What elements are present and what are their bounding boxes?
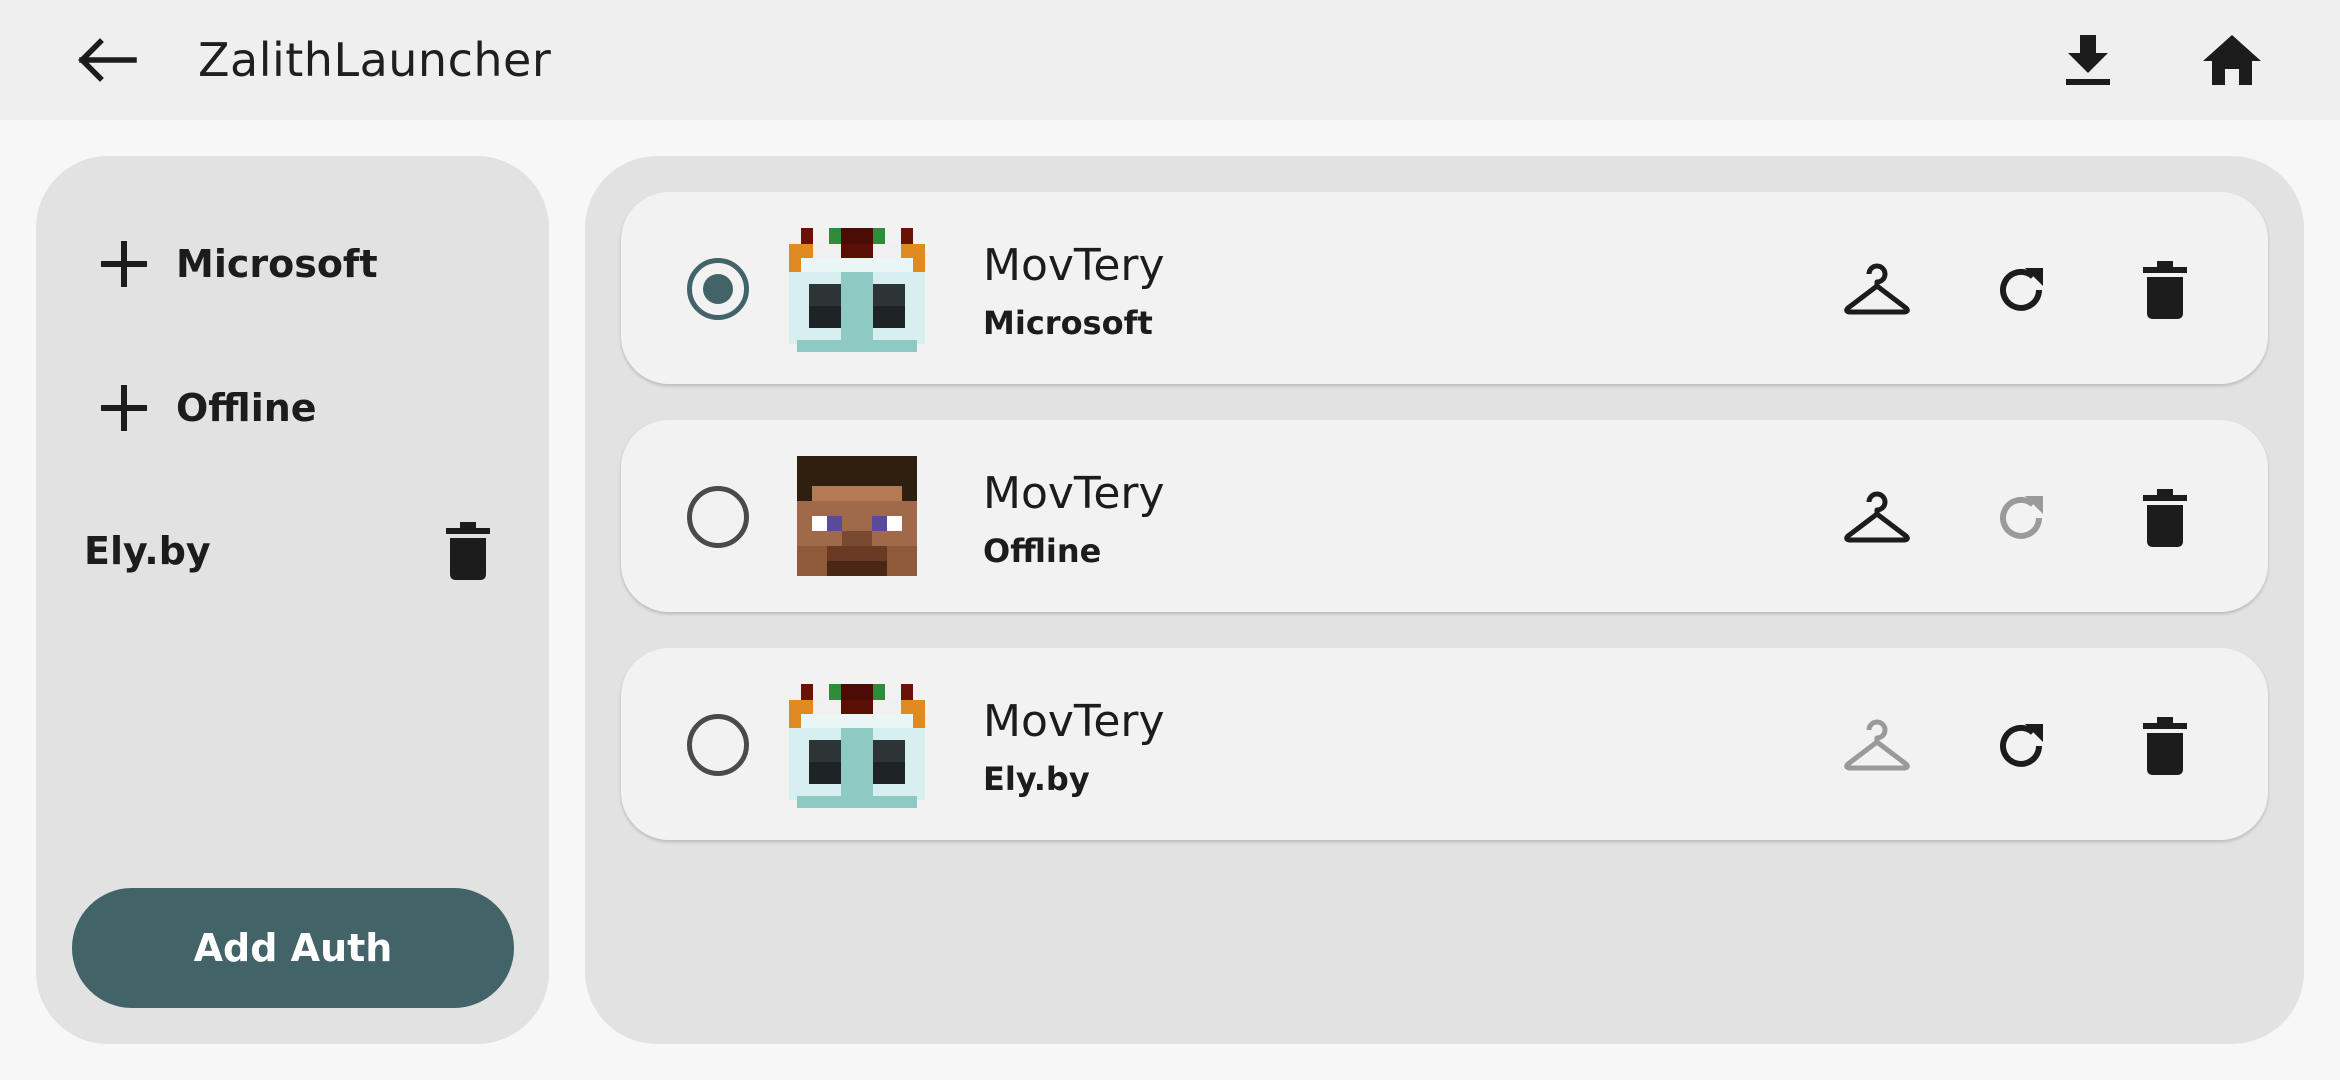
account-select-radio[interactable] bbox=[687, 714, 749, 776]
download-icon bbox=[2066, 35, 2110, 85]
add-offline-label: Offline bbox=[176, 386, 317, 430]
trash-icon bbox=[2143, 717, 2187, 775]
delete-account-button[interactable] bbox=[2125, 252, 2205, 328]
skin-avatar bbox=[789, 228, 925, 352]
add-microsoft-label: Microsoft bbox=[176, 242, 378, 286]
account-card[interactable]: MovTery Ely.by bbox=[621, 648, 2268, 840]
account-type: Offline bbox=[983, 532, 1102, 570]
download-button[interactable] bbox=[2052, 24, 2124, 96]
hanger-icon bbox=[1844, 491, 1910, 543]
steve-avatar bbox=[797, 456, 917, 576]
refresh-account-button[interactable] bbox=[1981, 252, 2061, 328]
account-card[interactable]: MovTery Microsoft bbox=[621, 192, 2268, 384]
account-type: Microsoft bbox=[983, 304, 1153, 342]
top-app-bar: ZalithLauncher bbox=[0, 0, 2340, 120]
delete-account-button[interactable] bbox=[2125, 480, 2205, 556]
account-name: MovTery bbox=[983, 468, 1165, 519]
skin-avatar bbox=[789, 684, 925, 808]
refresh-icon bbox=[2000, 724, 2043, 767]
account-select-radio[interactable] bbox=[687, 486, 749, 548]
arrow-left-icon bbox=[78, 38, 137, 82]
refresh-icon bbox=[2000, 268, 2043, 311]
refresh-account-button[interactable] bbox=[1981, 708, 2061, 784]
add-auth-button[interactable]: Add Auth bbox=[72, 888, 514, 1008]
server-item-elyby[interactable]: Ely.by bbox=[84, 506, 504, 596]
auth-sidebar: Microsoft Offline Ely.by Add Auth bbox=[36, 156, 549, 1044]
account-card[interactable]: MovTery Offline bbox=[621, 420, 2268, 612]
add-offline-button[interactable]: Offline bbox=[92, 360, 492, 456]
hanger-icon bbox=[1844, 719, 1910, 771]
delete-server-button[interactable] bbox=[432, 515, 504, 587]
account-name: MovTery bbox=[983, 696, 1165, 747]
change-skin-button-disabled bbox=[1837, 708, 1917, 784]
refresh-account-button-disabled bbox=[1981, 480, 2061, 556]
home-icon bbox=[2203, 35, 2261, 85]
trash-icon bbox=[2143, 489, 2187, 547]
plus-icon bbox=[92, 232, 156, 296]
account-name: MovTery bbox=[983, 240, 1165, 291]
plus-icon bbox=[92, 376, 156, 440]
trash-icon bbox=[446, 522, 490, 580]
change-skin-button[interactable] bbox=[1837, 252, 1917, 328]
account-select-radio[interactable] bbox=[687, 258, 749, 320]
change-skin-button[interactable] bbox=[1837, 480, 1917, 556]
app-title: ZalithLauncher bbox=[198, 33, 552, 87]
hanger-icon bbox=[1844, 263, 1910, 315]
delete-account-button[interactable] bbox=[2125, 708, 2205, 784]
refresh-icon bbox=[2000, 496, 2043, 539]
account-type: Ely.by bbox=[983, 760, 1090, 798]
back-button[interactable] bbox=[68, 28, 148, 92]
trash-icon bbox=[2143, 261, 2187, 319]
server-item-label: Ely.by bbox=[84, 529, 211, 573]
add-microsoft-button[interactable]: Microsoft bbox=[92, 216, 492, 312]
account-list: MovTery Microsoft MovTery Offline MovTer… bbox=[585, 156, 2304, 1044]
home-button[interactable] bbox=[2196, 24, 2268, 96]
